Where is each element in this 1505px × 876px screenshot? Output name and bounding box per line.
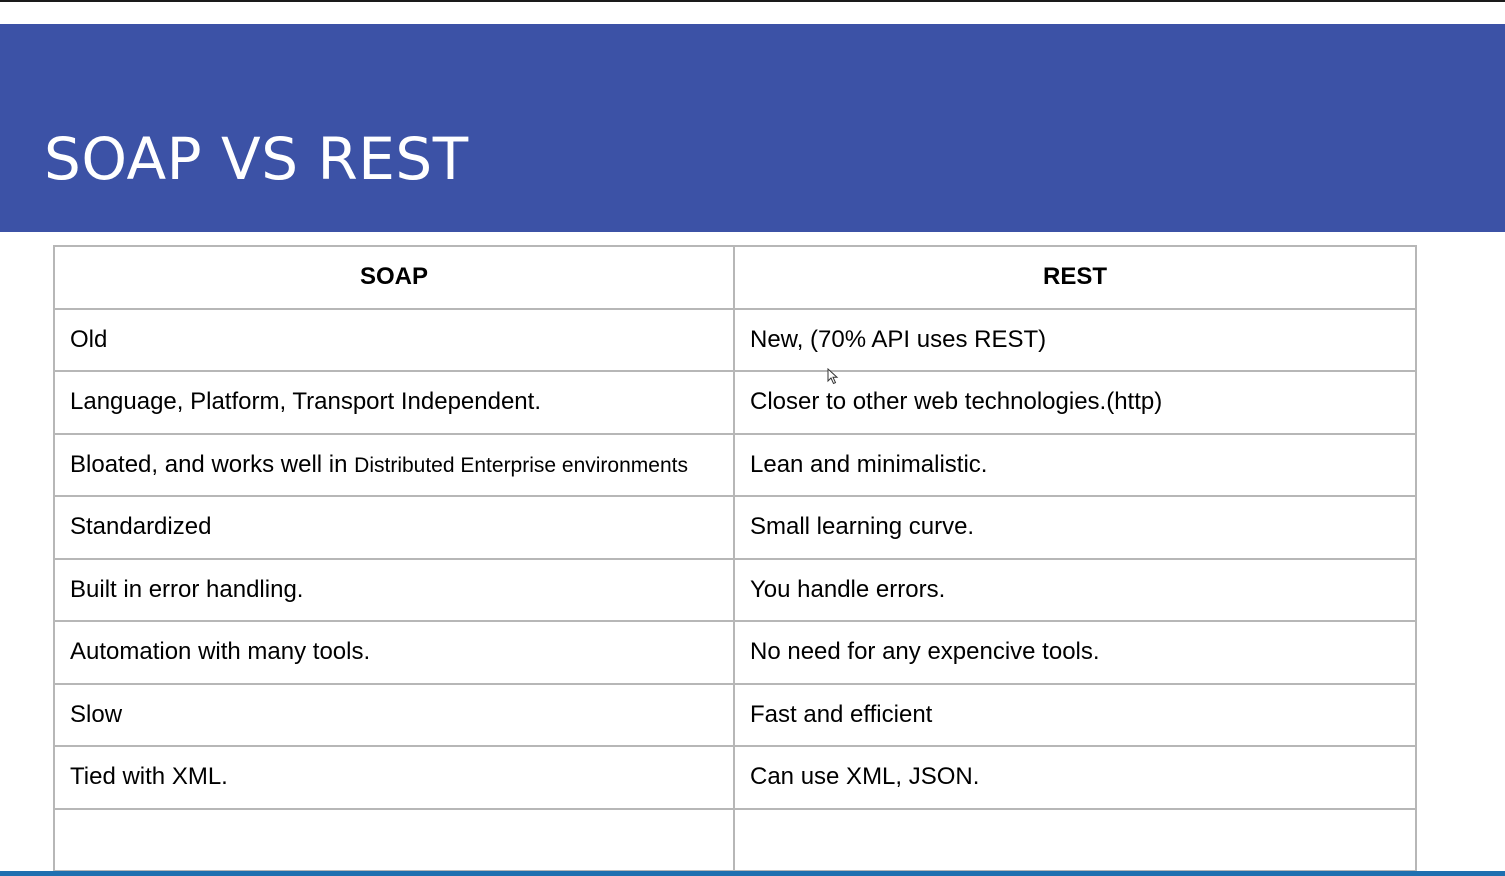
- table-row: Automation with many tools. No need for …: [53, 620, 1417, 685]
- table-row: Language, Platform, Transport Independen…: [53, 370, 1417, 435]
- soap-cell: Built in error handling.: [53, 557, 735, 622]
- rest-cell: Small learning curve.: [733, 495, 1417, 560]
- comparison-table-container: SOAP REST Old New, (70% API uses REST) L…: [53, 245, 1417, 872]
- column-header-rest: REST: [733, 245, 1417, 310]
- table-row: Built in error handling. You handle erro…: [53, 557, 1417, 622]
- soap-cell: Slow: [53, 682, 735, 747]
- comparison-table: SOAP REST Old New, (70% API uses REST) L…: [53, 245, 1417, 872]
- rest-cell: [733, 807, 1417, 872]
- table-header-row: SOAP REST: [53, 245, 1417, 310]
- rest-cell: You handle errors.: [733, 557, 1417, 622]
- soap-cell: Standardized: [53, 495, 735, 560]
- rest-cell: No need for any expencive tools.: [733, 620, 1417, 685]
- bottom-border: [0, 871, 1505, 876]
- soap-cell-text: Bloated, and works well in: [70, 450, 348, 478]
- rest-cell: Lean and minimalistic.: [733, 432, 1417, 497]
- slide: SOAP VS REST SOAP REST Old New, (70% API…: [0, 0, 1505, 876]
- slide-title: SOAP VS REST: [44, 125, 469, 193]
- soap-cell: Automation with many tools.: [53, 620, 735, 685]
- table-row: Tied with XML. Can use XML, JSON.: [53, 745, 1417, 810]
- table-row: Standardized Small learning curve.: [53, 495, 1417, 560]
- column-header-soap: SOAP: [53, 245, 735, 310]
- soap-cell: Bloated, and works well in Distributed E…: [53, 432, 735, 497]
- rest-cell: Can use XML, JSON.: [733, 745, 1417, 810]
- rest-cell: Fast and efficient: [733, 682, 1417, 747]
- mouse-pointer-icon: [827, 368, 839, 385]
- soap-cell-small-text: Distributed Enterprise environments: [354, 453, 688, 477]
- soap-cell: Tied with XML.: [53, 745, 735, 810]
- soap-cell: [53, 807, 735, 872]
- top-border: [0, 0, 1505, 2]
- table-row: Old New, (70% API uses REST): [53, 307, 1417, 372]
- table-row: Slow Fast and efficient: [53, 682, 1417, 747]
- title-banner: SOAP VS REST: [0, 24, 1505, 232]
- table-row: Bloated, and works well in Distributed E…: [53, 432, 1417, 497]
- rest-cell: New, (70% API uses REST): [733, 307, 1417, 372]
- soap-cell: Old: [53, 307, 735, 372]
- soap-cell: Language, Platform, Transport Independen…: [53, 370, 735, 435]
- table-row-empty: [53, 807, 1417, 872]
